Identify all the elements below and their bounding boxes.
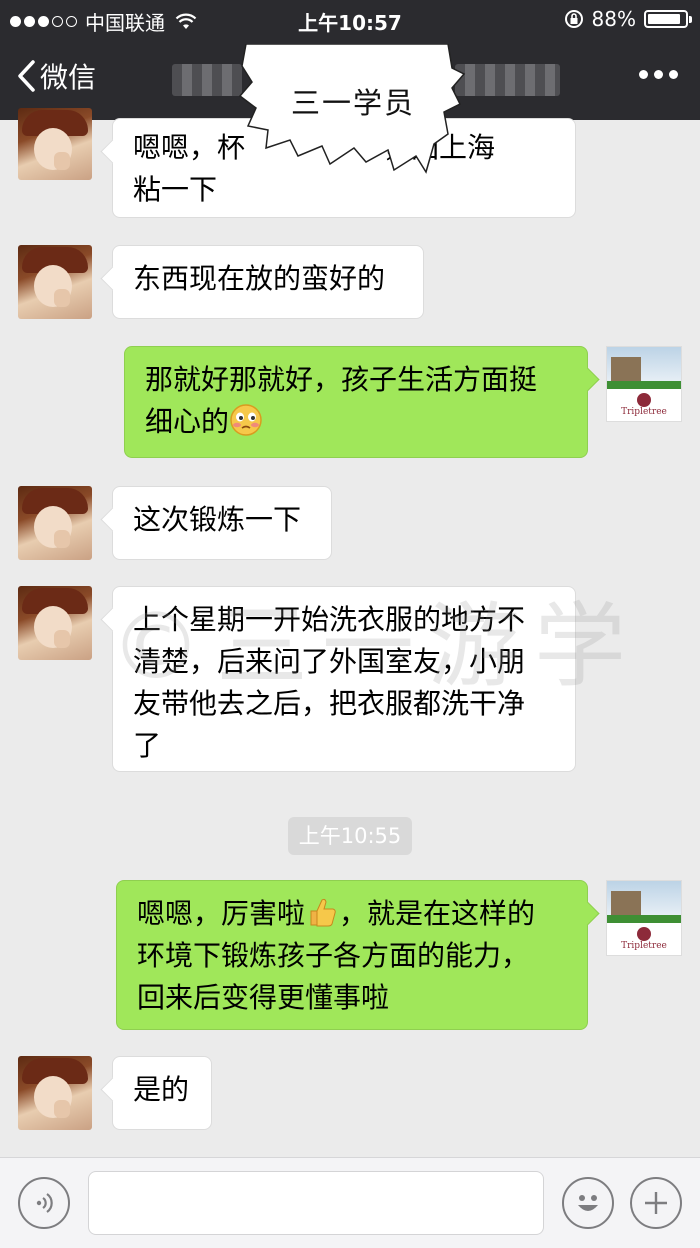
message-bubble-outgoing[interactable]: 那就好那就好，孩子生活方面挺 细心的 <box>124 346 588 458</box>
message-line: 细心的 <box>145 401 567 443</box>
contact-avatar[interactable] <box>18 586 92 660</box>
my-avatar[interactable]: Tripletree <box>606 346 682 422</box>
message-text: ，就是在这样的 <box>339 897 536 930</box>
contact-avatar[interactable] <box>18 486 92 560</box>
message-line: 友带他去之后，把衣服都洗干净 <box>133 687 526 720</box>
back-label: 微信 <box>40 61 97 94</box>
chevron-left-icon <box>18 60 35 92</box>
message-text: 细心的 <box>145 405 230 438</box>
chat-title-overlay: 三一学员 <box>290 86 415 120</box>
message-text: 嗯嗯，杯 <box>133 131 246 164</box>
contact-avatar[interactable] <box>18 245 92 319</box>
message-bubble-incoming[interactable]: 上个星期一开始洗衣服的地方不 清楚，后来问了外国室友，小朋 友带他去之后，把衣服… <box>112 586 576 772</box>
message-bubble-outgoing[interactable]: 嗯嗯，厉害啦 ，就是在这样的 环境下锻炼孩子各方面的能力， 回来后变得更懂事啦 <box>116 880 588 1030</box>
contact-avatar[interactable] <box>18 1056 92 1130</box>
chat-input-bar <box>0 1157 700 1248</box>
message-bubble-incoming[interactable]: 是的 <box>112 1056 212 1130</box>
message-text: 这次锻炼一下 <box>133 503 302 536</box>
back-button[interactable]: 微信 <box>16 56 96 96</box>
my-avatar[interactable]: Tripletree <box>606 880 682 956</box>
brand-label: Tripletree <box>621 941 667 951</box>
smiley-icon <box>578 1195 598 1211</box>
message-bubble-incoming[interactable]: 这次锻炼一下 <box>112 486 332 560</box>
voice-icon <box>36 1193 53 1213</box>
message-text: 嗯嗯，厉害啦 <box>137 897 306 930</box>
chat-timestamp: 上午10:55 <box>288 817 412 855</box>
blurred-contact-name-2 <box>455 64 560 96</box>
message-line: 清楚，后来问了外国室友，小朋 <box>133 645 526 678</box>
more-button[interactable] <box>639 70 678 79</box>
message-line: 环境下锻炼孩子各方面的能力， <box>137 939 530 972</box>
message-bubble-incoming[interactable]: 东西现在放的蛮好的 <box>112 245 424 319</box>
status-bar: 中国联通 上午10:57 88% <box>0 0 700 38</box>
message-line: 回来后变得更懂事啦 <box>137 981 390 1014</box>
title-sticker: 三一学员 <box>238 43 468 184</box>
battery-fill <box>648 14 680 24</box>
message-line: 上个星期一开始洗衣服的地方不 <box>133 603 526 636</box>
emoji-button[interactable] <box>562 1177 614 1229</box>
brand-label: Tripletree <box>621 407 667 417</box>
message-line: 了 <box>133 729 162 762</box>
contact-avatar[interactable] <box>18 108 92 180</box>
battery-icon <box>644 10 692 28</box>
message-text: 东西现在放的蛮好的 <box>133 262 386 295</box>
battery-percent: 88% <box>591 7 636 31</box>
plus-button[interactable] <box>630 1177 682 1229</box>
message-input[interactable] <box>88 1171 544 1235</box>
embarrassed-emoji-icon <box>230 404 262 436</box>
message-line: 那就好那就好，孩子生活方面挺 <box>145 363 538 396</box>
message-text: 是的 <box>133 1073 190 1106</box>
rotation-lock-icon <box>564 10 583 28</box>
status-right: 88% <box>564 7 692 31</box>
voice-button[interactable] <box>18 1177 70 1229</box>
plus-icon <box>645 1192 667 1214</box>
message-line: 嗯嗯，厉害啦 ，就是在这样的 <box>137 893 567 935</box>
thumbs-up-emoji-icon <box>310 898 336 927</box>
blurred-contact-name <box>172 64 242 96</box>
